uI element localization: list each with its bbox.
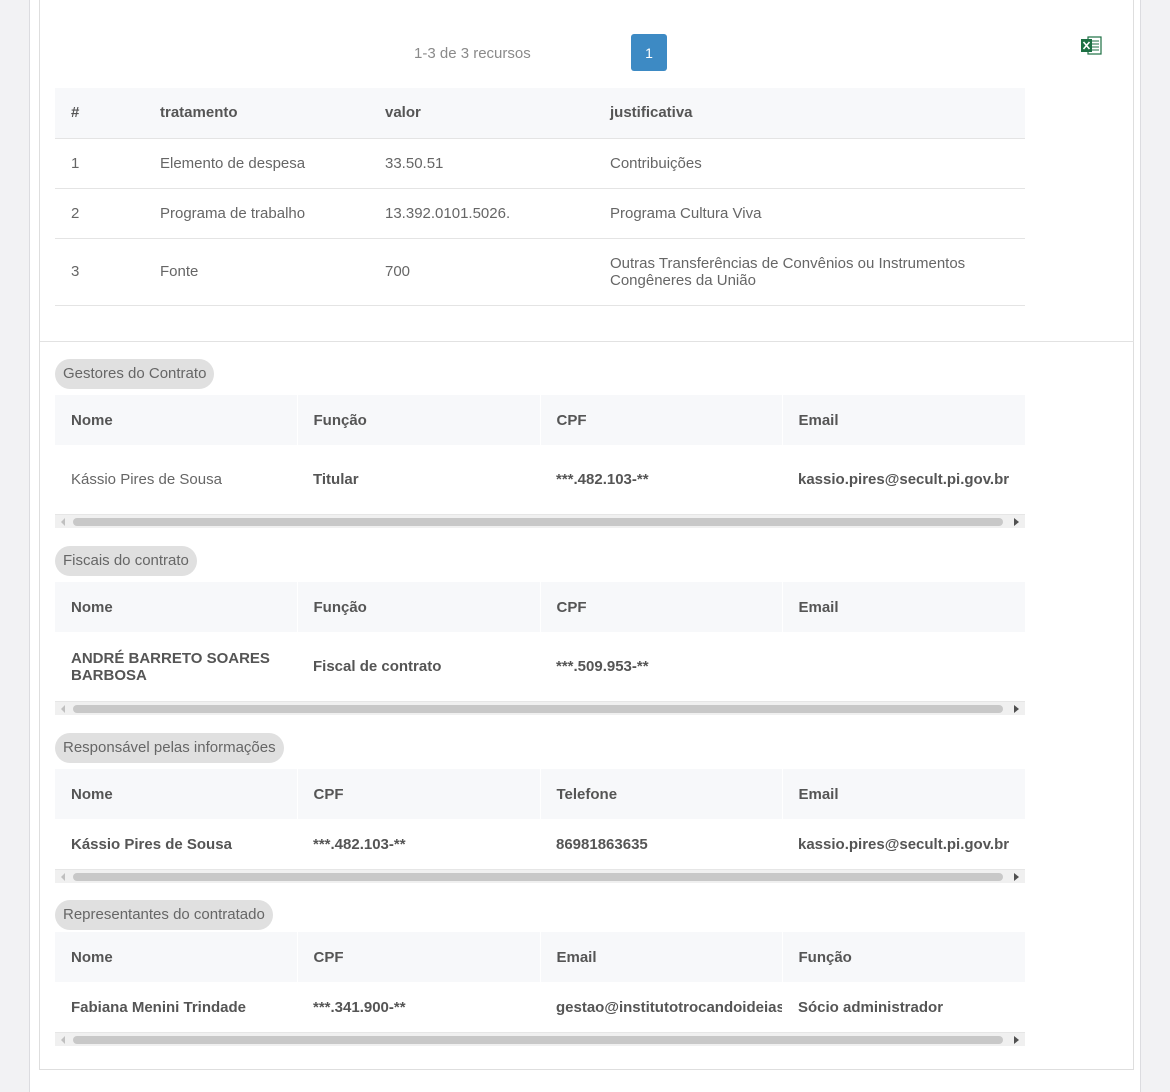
- scroll-left-icon[interactable]: [61, 873, 65, 881]
- column-header: valor: [369, 88, 594, 138]
- responsavel-table: Nome CPF Telefone Email Kássio Pires de …: [55, 769, 1025, 869]
- table-cell: 3: [55, 237, 144, 305]
- column-header: Nome: [55, 932, 297, 982]
- table-cell: 13.392.0101.5026.: [369, 187, 594, 238]
- table-row: 3 Fonte 700 Outras Transferências de Con…: [55, 237, 1025, 305]
- scroll-right-icon[interactable]: [1014, 705, 1019, 713]
- table-cell: ***.341.900-**: [313, 998, 406, 1016]
- table-cell: Fabiana Menini Trindade: [71, 998, 247, 1016]
- table-cell: ***.509.953-**: [556, 658, 649, 675]
- column-header: tratamento: [144, 88, 369, 138]
- table-cell: Contribuições: [594, 137, 1025, 188]
- column-header: CPF: [539, 395, 782, 445]
- column-header: CPF: [296, 932, 540, 982]
- column-header: Função: [781, 932, 1025, 982]
- gestores-table: Nome Função CPF Email Kássio Pires de So…: [55, 395, 1025, 514]
- table-cell: ***.482.103-**: [313, 835, 406, 853]
- representantes-title[interactable]: Representantes do contratado: [55, 900, 273, 930]
- table-header-row: Nome CPF Telefone Email: [55, 769, 1025, 819]
- table-header-row: # tratamento valor justificativa: [55, 88, 1025, 138]
- table-cell: Kássio Pires de Sousa: [71, 835, 232, 853]
- scrollbar-thumb[interactable]: [73, 705, 1003, 713]
- table-cell: Elemento de despesa: [144, 137, 369, 188]
- scrollbar-thumb[interactable]: [73, 873, 1003, 881]
- column-header: Email: [539, 932, 782, 982]
- scroll-left-icon[interactable]: [61, 518, 65, 526]
- fiscais-section: Fiscais do contrato Nome Função CPF Emai…: [55, 546, 1025, 715]
- column-header: Email: [781, 582, 1025, 632]
- column-header: Função: [296, 395, 540, 445]
- table-header-row: Nome CPF Email Função: [55, 932, 1025, 982]
- horizontal-scrollbar[interactable]: [55, 1032, 1025, 1046]
- table-row: Kássio Pires de Sousa ***.482.103-** 869…: [55, 819, 1025, 869]
- table-cell: kassio.pires@secult.pi.gov.br: [798, 835, 1010, 853]
- table-cell: gestao@institutotrocandoideias: [556, 998, 782, 1016]
- table-cell: 1: [55, 137, 144, 188]
- representantes-section: Representantes do contratado Nome CPF Em…: [55, 900, 1025, 1046]
- page: 1-3 de 3 recursos 1 # tratamento valor j…: [29, 0, 1141, 1092]
- page-1-button[interactable]: 1: [631, 34, 667, 71]
- table-cell: Sócio administrador: [798, 998, 944, 1016]
- table-header-row: Nome Função CPF Email: [55, 395, 1025, 445]
- column-header: CPF: [296, 769, 540, 819]
- fiscais-title[interactable]: Fiscais do contrato: [55, 546, 197, 576]
- table-row: Kássio Pires de Sousa Titular ***.482.10…: [55, 445, 1025, 514]
- representantes-table: Nome CPF Email Função Fabiana Menini Tri…: [55, 932, 1025, 1032]
- column-header: Função: [296, 582, 540, 632]
- gestores-title[interactable]: Gestores do Contrato: [55, 359, 215, 389]
- table-cell: ***.482.103-**: [556, 471, 649, 488]
- table-cell: ANDRÉ BARRETO SOARES BARBOSA: [71, 649, 270, 684]
- responsavel-section: Responsável pelas informações Nome CPF T…: [55, 733, 1025, 883]
- table-row: Fabiana Menini Trindade ***.341.900-** g…: [55, 982, 1025, 1032]
- horizontal-scrollbar[interactable]: [55, 869, 1025, 883]
- table-cell: 2: [55, 187, 144, 238]
- table-cell: kassio.pires@secult.pi.gov.br: [798, 471, 1010, 488]
- table-header-row: Nome Função CPF Email: [55, 582, 1025, 632]
- column-header: Email: [781, 769, 1025, 819]
- scroll-left-icon[interactable]: [61, 1036, 65, 1044]
- table-cell: 33.50.51: [369, 137, 594, 188]
- column-header: CPF: [539, 582, 782, 632]
- scroll-right-icon[interactable]: [1014, 1036, 1019, 1044]
- table-cell: 700: [369, 237, 594, 305]
- horizontal-scrollbar[interactable]: [55, 514, 1025, 528]
- column-header: #: [55, 88, 144, 138]
- column-header: Email: [781, 395, 1025, 445]
- horizontal-scrollbar[interactable]: [55, 701, 1025, 715]
- scrollbar-thumb[interactable]: [73, 1036, 1003, 1044]
- contract-panel: 1-3 de 3 recursos 1 # tratamento valor j…: [39, 0, 1134, 1070]
- divider: [40, 341, 1134, 342]
- excel-icon[interactable]: [1080, 36, 1102, 55]
- gestores-section: Gestores do Contrato Nome Função CPF Ema…: [55, 359, 1025, 528]
- column-header: Telefone: [539, 769, 782, 819]
- scroll-right-icon[interactable]: [1014, 518, 1019, 526]
- pagination-info: 1-3 de 3 recursos: [414, 45, 531, 62]
- table-cell: 86981863635: [556, 835, 648, 853]
- table-cell: Fiscal de contrato: [313, 658, 442, 675]
- responsavel-title[interactable]: Responsável pelas informações: [55, 733, 284, 763]
- table-cell: Titular: [313, 471, 359, 488]
- table-row: 2 Programa de trabalho 13.392.0101.5026.…: [55, 187, 1025, 238]
- fiscais-table: Nome Função CPF Email ANDRÉ BARRETO SOAR…: [55, 582, 1025, 701]
- table-cell: Outras Transferências de Convênios ou In…: [594, 237, 1025, 305]
- scrollbar-thumb[interactable]: [73, 518, 1003, 526]
- column-header: Nome: [55, 769, 297, 819]
- column-header: Nome: [55, 395, 297, 445]
- column-header: justificativa: [594, 88, 1025, 138]
- scroll-left-icon[interactable]: [61, 705, 65, 713]
- scroll-right-icon[interactable]: [1014, 873, 1019, 881]
- table-row: ANDRÉ BARRETO SOARES BARBOSA Fiscal de c…: [55, 632, 1025, 701]
- recursos-table: # tratamento valor justificativa 1 Eleme…: [55, 88, 1025, 306]
- table-cell: Programa de trabalho: [144, 187, 369, 238]
- table-cell: Programa Cultura Viva: [594, 187, 1025, 238]
- table-cell: [782, 632, 1025, 701]
- table-row: 1 Elemento de despesa 33.50.51 Contribui…: [55, 137, 1025, 188]
- table-cell: Fonte: [144, 237, 369, 305]
- table-cell: Kássio Pires de Sousa: [71, 471, 222, 488]
- column-header: Nome: [55, 582, 297, 632]
